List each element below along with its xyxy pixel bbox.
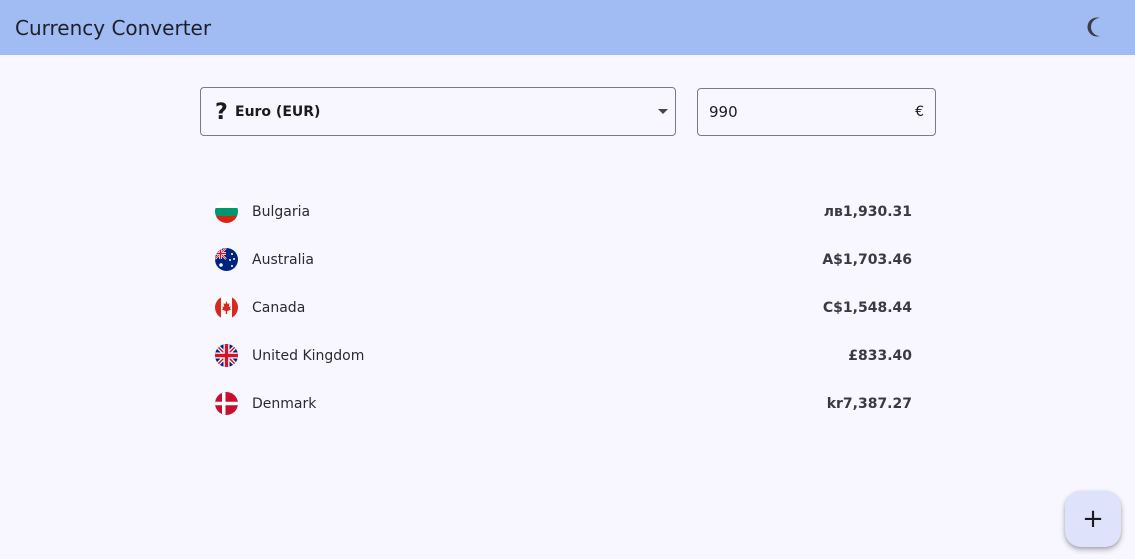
bulgaria-flag-icon	[215, 200, 238, 223]
base-currency-select[interactable]: ? Euro (EUR)	[200, 87, 676, 136]
list-item[interactable]: United Kingdom £833.40	[200, 332, 936, 380]
country-name: Canada	[252, 300, 306, 316]
converted-amount: лв1,930.31	[823, 204, 912, 220]
dropdown-arrow-icon[interactable]	[658, 109, 668, 114]
theme-toggle-button[interactable]	[1082, 12, 1112, 42]
canada-flag-icon	[215, 296, 238, 319]
converted-amount: £833.40	[848, 348, 912, 364]
list-item[interactable]: Canada C$1,548.44	[200, 284, 936, 332]
converted-amount: C$1,548.44	[822, 300, 912, 316]
app-title: Currency Converter	[15, 16, 212, 40]
list-item[interactable]: Bulgaria лв1,930.31	[200, 188, 936, 236]
amount-input[interactable]	[709, 102, 899, 122]
conversion-list: Bulgaria лв1,930.31 Australia A$1,703.46	[200, 188, 936, 428]
amount-field[interactable]: €	[697, 88, 936, 136]
country-name: United Kingdom	[252, 348, 365, 364]
question-mark-icon: ?	[215, 100, 228, 125]
moon-icon	[1087, 17, 1100, 37]
country-name: Australia	[252, 252, 314, 268]
converted-amount: A$1,703.46	[822, 252, 912, 268]
add-currency-button[interactable]: +	[1065, 491, 1121, 547]
country-name: Bulgaria	[252, 204, 311, 220]
app-bar: Currency Converter	[0, 0, 1135, 55]
list-item[interactable]: Australia A$1,703.46	[200, 236, 936, 284]
uk-flag-icon	[215, 344, 238, 367]
list-item[interactable]: Denmark kr7,387.27	[200, 380, 936, 428]
plus-icon: +	[1082, 504, 1104, 534]
denmark-flag-icon	[215, 392, 238, 415]
converted-amount: kr7,387.27	[826, 396, 912, 412]
amount-currency-suffix: €	[915, 104, 924, 120]
base-currency-value: Euro (EUR)	[235, 104, 321, 120]
australia-flag-icon	[215, 248, 238, 271]
country-name: Denmark	[252, 396, 317, 412]
